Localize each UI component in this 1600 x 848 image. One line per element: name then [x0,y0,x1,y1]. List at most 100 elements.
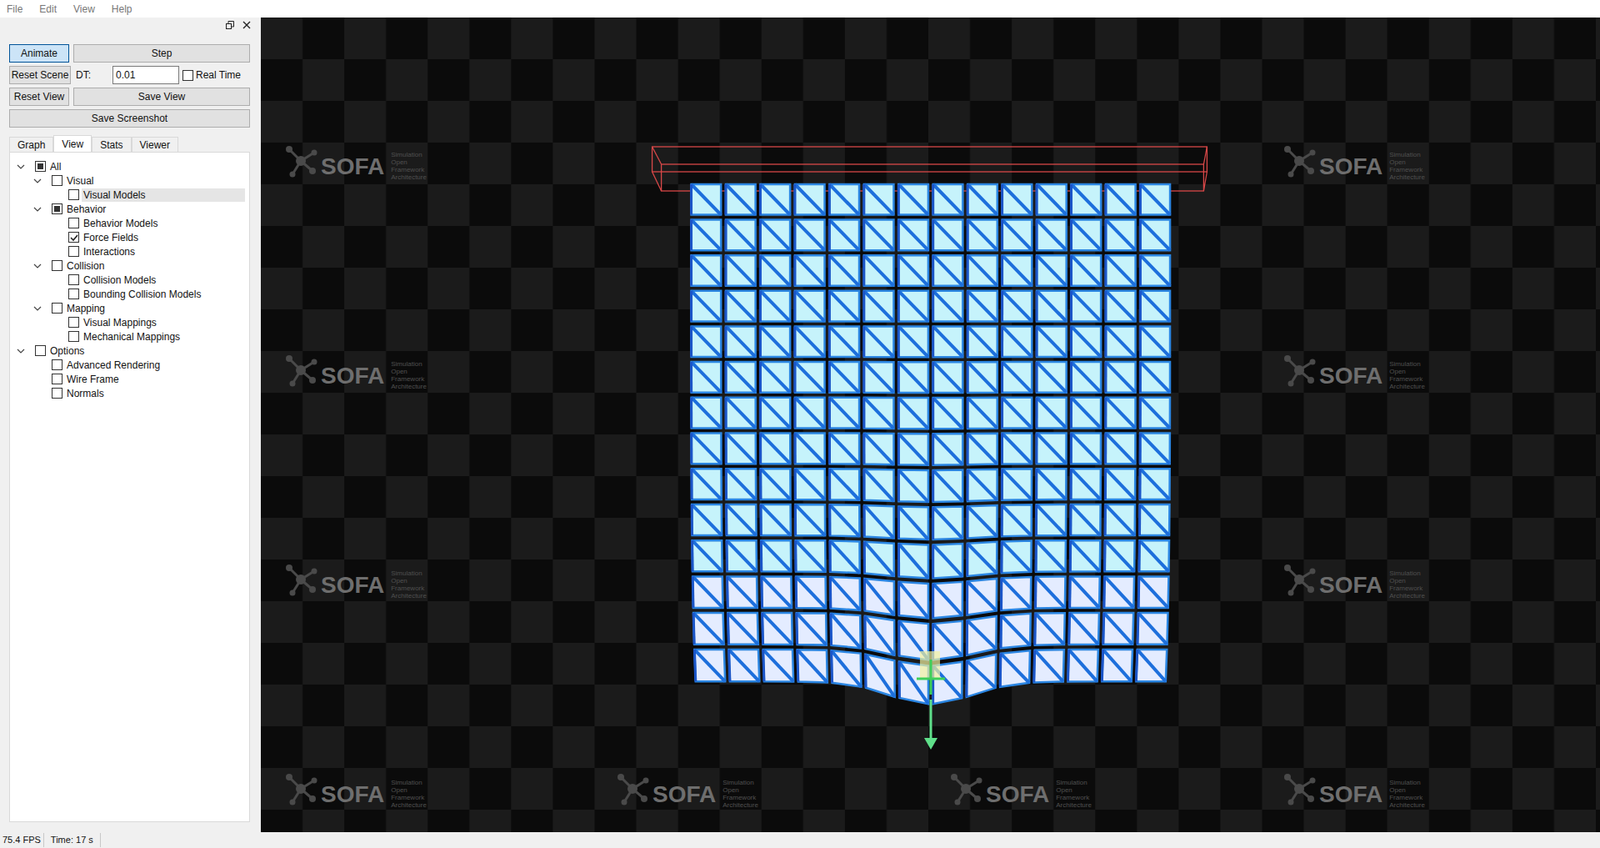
mesh-cell [1035,504,1066,535]
sofa-logo-icon [1280,142,1318,180]
checkbox[interactable] [35,345,46,356]
checkbox[interactable] [51,387,63,399]
tree-item[interactable]: Normals [10,385,250,400]
mesh-cell [830,540,860,573]
tree-item[interactable]: Visual [10,173,250,188]
checkbox[interactable] [68,189,80,200]
tree-item[interactable]: Bounding Collision Models [10,286,250,301]
tree-item[interactable]: Advanced Rendering [10,357,250,372]
checkbox[interactable] [51,203,63,215]
mesh-cell [760,290,790,322]
expander[interactable] [16,346,35,355]
checkbox[interactable] [35,160,46,172]
checkbox[interactable] [51,175,63,186]
tree-item[interactable]: Visual Mappings [10,315,250,330]
mesh-cell [864,397,895,429]
chevron-icon [33,176,42,185]
mesh-cell [691,361,722,393]
checkbox[interactable] [51,260,63,271]
dt-field[interactable] [112,65,180,85]
mesh-cell [1036,290,1067,322]
watermark-logo: SOFA [320,782,385,806]
tree-label: Behavior [65,202,106,216]
expander[interactable] [33,261,52,270]
checkbox[interactable] [68,231,80,243]
tree-item[interactable]: Force Fields [10,230,250,245]
tree-label: All [48,160,61,174]
tree-item[interactable]: Mechanical Mappings [10,329,250,344]
mesh-cell [967,220,998,251]
tree-item[interactable]: Interactions [10,244,250,259]
real-time-toggle[interactable]: Real Time [182,67,241,83]
tree-item[interactable]: Collision Models [10,272,250,287]
watermark-logo: SOFA [985,782,1050,806]
reset-scene-button[interactable]: Reset Scene [9,65,71,85]
save-view-button[interactable]: Save View [73,87,250,106]
deformable-mesh[interactable] [691,184,1171,704]
checkbox[interactable] [51,373,63,385]
checkbox[interactable] [68,330,80,342]
animate-button[interactable]: Animate [9,44,70,63]
expander[interactable] [33,304,52,313]
tab[interactable]: Graph [9,136,54,152]
menu-item[interactable]: File [6,1,23,17]
tree-item[interactable]: Wire Frame [10,371,250,386]
mesh-cell [691,325,722,357]
mesh-cell [1140,220,1170,251]
mesh-cell [691,468,722,500]
mesh-cell [933,433,964,465]
expander[interactable] [16,162,35,171]
checker-background [260,17,1600,832]
tree-item[interactable]: Options [10,343,250,358]
checkbox[interactable] [68,274,80,285]
viewport-3d[interactable]: SOFASimulationOpenFrameworkArchitectureS… [260,17,1600,832]
mesh-cell [1070,540,1100,571]
sofa-watermark: SOFASimulationOpenFrameworkArchitecture [1280,350,1425,390]
tree-item[interactable]: Collision [10,258,250,273]
mesh-cell [967,255,998,286]
mesh-cell [725,325,756,357]
checkbox[interactable] [68,245,80,257]
tree-item[interactable]: Visual Models [10,187,250,202]
mesh-cell [725,220,756,251]
checkbox[interactable] [51,359,63,370]
tab[interactable]: View [53,135,92,152]
mesh-cell [830,504,860,536]
checkbox[interactable] [182,70,194,81]
checkbox[interactable] [51,302,63,314]
float-icon[interactable] [225,20,235,30]
tree-label: Interactions [81,245,135,259]
step-button[interactable]: Step [73,44,250,63]
expander[interactable] [33,176,52,185]
tab[interactable]: Viewer [131,136,179,152]
tree-item[interactable]: Behavior Models [10,215,250,230]
mesh-cell [726,504,757,535]
mesh-cell [898,290,929,322]
close-icon[interactable] [242,20,251,30]
tree-item[interactable]: All [10,159,250,174]
mesh-cell [729,649,760,681]
checkbox[interactable] [68,316,80,328]
watermark-logo: SOFA [1319,364,1383,388]
mesh-cell [1105,540,1135,571]
tree-item[interactable]: Behavior [10,201,250,216]
menu-item[interactable]: Help [111,1,133,17]
mesh-cell [1070,432,1101,464]
mesh-cell [1036,220,1067,251]
reset-view-button[interactable]: Reset View [9,87,70,106]
check-icon [70,233,79,242]
menu-item[interactable]: View [73,1,95,17]
expander[interactable] [33,205,52,214]
watermark-tagline: SimulationOpenFrameworkArchitecture [390,150,427,181]
watermark-tagline: SimulationOpenFrameworkArchitecture [1389,569,1425,600]
checkbox[interactable] [68,217,80,229]
mesh-cell [727,575,758,607]
mesh-cell [1105,432,1136,464]
sofa-watermark: SOFASimulationOpenFrameworkArchitecture [1280,140,1425,181]
checkbox[interactable] [68,288,80,300]
mesh-cell [691,504,722,535]
tab[interactable]: Stats [91,136,131,152]
tree-item[interactable]: Mapping [10,300,250,315]
save-screenshot-button[interactable]: Save Screenshot [9,109,250,128]
menu-item[interactable]: Edit [39,1,57,17]
